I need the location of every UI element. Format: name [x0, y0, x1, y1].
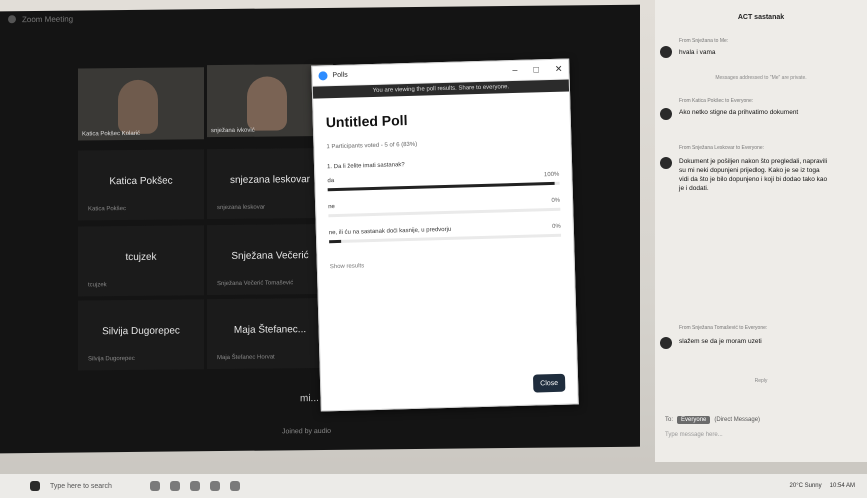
- avatar: [660, 337, 672, 349]
- option-bar-track: [328, 207, 561, 218]
- participant-name: tcujzek: [125, 251, 157, 264]
- to-value[interactable]: Everyone: [677, 416, 711, 424]
- message-sender: From Katica Pokšec to Everyone:: [679, 98, 754, 104]
- message-text: Dokument je pošiljen nakon što pregledal…: [679, 158, 828, 192]
- participant-sub: Silvija Dugorepec: [88, 355, 135, 363]
- avatar: [660, 46, 672, 58]
- participant-name-bottom: mi...: [300, 393, 319, 405]
- taskbar-search[interactable]: Type here to search: [50, 483, 140, 490]
- poll-option: ne, ili ću na sastanak doći kasnije, u p…: [329, 224, 562, 256]
- avatar: [660, 108, 672, 120]
- weather-text[interactable]: 20°C Sunny: [790, 483, 822, 489]
- minimize-icon[interactable]: –: [512, 65, 517, 76]
- option-label: ne: [328, 204, 335, 211]
- message-sender: From Snježana Leskovar to Everyone:: [679, 145, 765, 151]
- option-bar-fill: [329, 239, 341, 244]
- participant-sub: tcujzek: [88, 282, 107, 289]
- close-icon[interactable]: ✕: [555, 64, 563, 75]
- maximize-icon[interactable]: □: [533, 64, 539, 75]
- chat-input[interactable]: Type message here...: [665, 432, 723, 438]
- close-button[interactable]: Close: [532, 373, 566, 393]
- to-extra: (Direct Message): [714, 417, 761, 423]
- participant-tile[interactable]: Katica Pokšec Katica Pokšec: [78, 149, 204, 221]
- explorer-icon[interactable]: [190, 481, 200, 491]
- video-caption: snježana ivković: [211, 127, 255, 135]
- participant-name: Katica Pokšec: [109, 175, 173, 188]
- option-bar-fill: [327, 181, 556, 192]
- video-caption: Katica Pokšec Kolarić: [82, 130, 141, 138]
- chrome-icon[interactable]: [210, 481, 220, 491]
- option-bar-track: [327, 181, 560, 192]
- zoom-window-title: Zoom Meeting: [22, 14, 74, 24]
- participant-tile[interactable]: tcujzek tcujzek: [78, 225, 204, 297]
- message-text: Ako netko stigne da prihvatimo dokument: [679, 109, 799, 116]
- zoom-logo-icon: [318, 71, 328, 81]
- poll-meta: 1 Participants voted - 5 of 6 (83%): [326, 141, 418, 151]
- poll-footer[interactable]: Show results: [330, 257, 574, 270]
- message-text: slažem se da je moram uzeti: [679, 338, 762, 345]
- system-line: Messages addressed to "Me" are private.: [715, 75, 807, 81]
- option-value: 0%: [551, 197, 561, 205]
- avatar: [660, 157, 672, 169]
- participant-video: [247, 76, 287, 131]
- video-tile-1[interactable]: Katica Pokšec Kolarić: [78, 67, 204, 141]
- chat-title: ACT sastanak: [737, 14, 785, 21]
- option-value: 0%: [552, 223, 561, 231]
- participant-tile[interactable]: Snježana Večerić Snježana Večerić Tomaše…: [207, 223, 333, 296]
- chat-panel: ACT sastanak From Snježana to Me: hvala …: [655, 0, 867, 462]
- option-value: 100%: [543, 171, 560, 179]
- participant-video: [118, 79, 158, 135]
- participant-name: Snježana Večerić: [231, 250, 309, 262]
- participant-sub: snjezana leskovar: [217, 204, 266, 212]
- message-sender: From Snježana to Me:: [679, 38, 729, 44]
- message-sender: From Snježana Tomašević to Everyone:: [679, 325, 768, 331]
- participant-status: Joined by audio: [282, 427, 332, 436]
- option-label: da: [327, 178, 335, 185]
- zoom-app-icon[interactable]: [230, 481, 240, 491]
- windows-start-icon[interactable]: [30, 481, 40, 491]
- participant-name: Maja Štefanec...: [233, 324, 307, 336]
- edge-icon[interactable]: [170, 481, 180, 491]
- zoom-logo-icon: [8, 15, 16, 24]
- poll-title: Untitled Poll: [325, 112, 408, 131]
- participant-sub: Maja Štefanec Horvat: [217, 354, 275, 362]
- taskbar: Type here to search 20°C Sunny 10:54 AM: [0, 474, 867, 498]
- reply-hint[interactable]: Reply: [655, 378, 867, 384]
- participant-sub: Katica Pokšec: [88, 206, 127, 213]
- participant-tile[interactable]: Silvija Dugorepec Silvija Dugorepec: [78, 299, 204, 371]
- participant-sub: Snježana Večerić Tomašević: [217, 280, 294, 288]
- message-text: hvala i vama: [679, 49, 716, 56]
- to-label: To:: [665, 417, 674, 423]
- participant-name: Silvija Dugorepec: [102, 325, 180, 338]
- poll-window-title: Polls: [332, 71, 348, 80]
- chat-recipient[interactable]: To: Everyone (Direct Message): [665, 416, 760, 424]
- participant-tile[interactable]: Maja Štefanec... Maja Štefanec Horvat: [207, 297, 333, 370]
- poll-dialog: Polls – □ ✕ You are viewing the poll res…: [311, 58, 579, 412]
- clock-text[interactable]: 10:54 AM: [830, 483, 855, 489]
- taskview-icon[interactable]: [150, 481, 160, 491]
